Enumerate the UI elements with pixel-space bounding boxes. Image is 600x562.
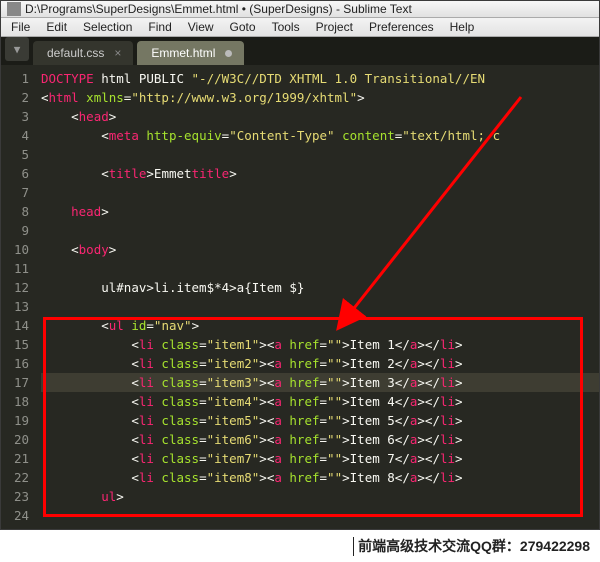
dirty-indicator-icon [225, 50, 232, 57]
titlebar: D:\Programs\SuperDesigns\Emmet.html • (S… [1, 1, 599, 18]
gutter: 123456789101112131415161718192021222324 [1, 65, 37, 529]
code-area[interactable]: DOCTYPE html PUBLIC "-//W3C//DTD XHTML 1… [37, 65, 599, 529]
app-window: D:\Programs\SuperDesigns\Emmet.html • (S… [0, 0, 600, 530]
menu-selection[interactable]: Selection [75, 18, 140, 36]
menu-view[interactable]: View [180, 18, 222, 36]
menu-goto[interactable]: Goto [222, 18, 264, 36]
menu-file[interactable]: File [3, 18, 38, 36]
close-icon[interactable]: × [114, 46, 121, 60]
app-icon [7, 2, 21, 16]
editor[interactable]: 123456789101112131415161718192021222324 … [1, 65, 599, 529]
tab-label: default.css [47, 46, 104, 60]
footer-banner: 前端高级技术交流QQ群：279422298 [0, 530, 600, 562]
menu-find[interactable]: Find [140, 18, 179, 36]
menu-project[interactable]: Project [308, 18, 361, 36]
menu-edit[interactable]: Edit [38, 18, 75, 36]
footer-text: 前端高级技术交流QQ群：279422298 [358, 536, 590, 556]
tab-dropdown-icon[interactable]: ▼ [5, 37, 29, 61]
menu-tools[interactable]: Tools [264, 18, 308, 36]
tab-emmet-html[interactable]: Emmet.html [137, 41, 244, 65]
tab-label: Emmet.html [151, 46, 215, 60]
menubar[interactable]: FileEditSelectionFindViewGotoToolsProjec… [1, 18, 599, 37]
window-title: D:\Programs\SuperDesigns\Emmet.html • (S… [25, 2, 412, 16]
menu-help[interactable]: Help [442, 18, 483, 36]
tab-default-css[interactable]: default.css × [33, 41, 133, 65]
tabbar: ▼ default.css × Emmet.html [1, 37, 599, 65]
menu-preferences[interactable]: Preferences [361, 18, 442, 36]
